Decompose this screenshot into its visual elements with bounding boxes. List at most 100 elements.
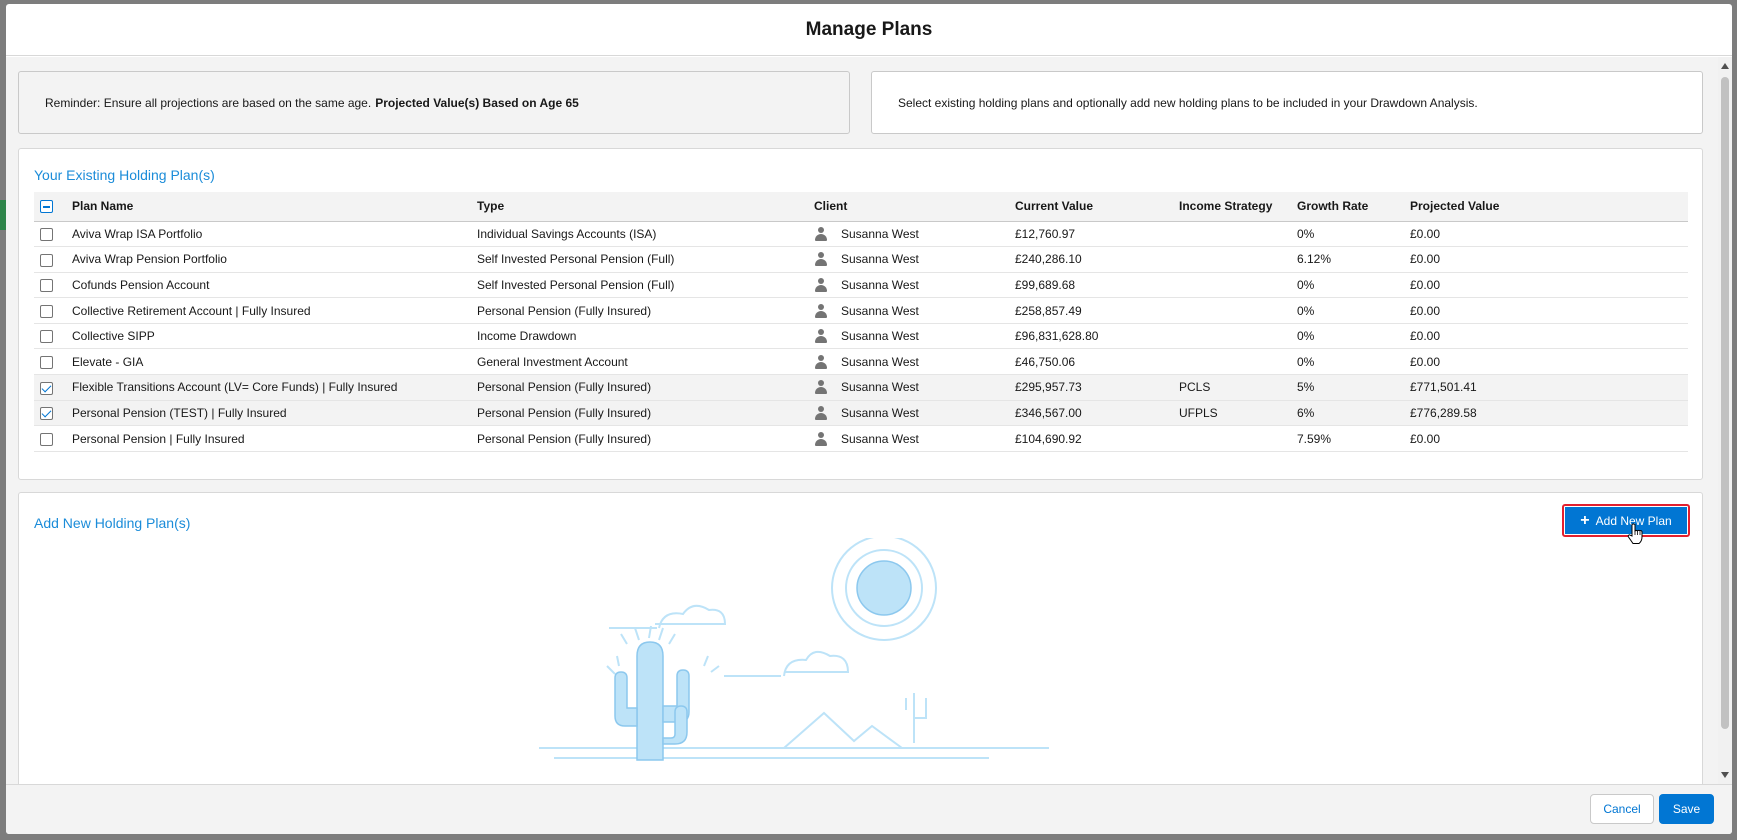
modal-footer: Cancel Save [6,784,1732,834]
plan-name-cell: Flexible Transitions Account (LV= Core F… [66,374,471,401]
client-name: Susanna West [841,277,919,292]
row-checkbox[interactable] [40,432,53,446]
mountains [783,711,903,749]
plus-icon: + [1580,511,1590,529]
col-plan-name[interactable]: Plan Name [66,192,471,222]
row-select-cell[interactable] [34,246,66,273]
current-value-cell: £346,567.00 [1009,400,1173,427]
type-cell: Self Invested Personal Pension (Full) [471,246,808,273]
col-growth-rate[interactable]: Growth Rate [1291,192,1404,222]
row-select-cell[interactable] [34,297,66,324]
row-select-cell[interactable] [34,272,66,299]
row-select-cell[interactable] [34,221,66,248]
row-checkbox[interactable] [40,330,53,344]
row-select-cell[interactable] [34,323,66,350]
type-cell: Income Drawdown [471,323,808,350]
current-value-cell: £99,689.68 [1009,272,1173,299]
client-name: Susanna West [841,303,919,318]
empty-state-desert-illustration [539,538,1049,761]
table-row[interactable]: Aviva Wrap Pension Portfolio Self Investe… [34,246,1688,273]
current-value-cell: £295,957.73 [1009,374,1173,401]
type-cell: Personal Pension (Fully Insured) [471,400,808,427]
row-checkbox[interactable] [40,381,53,395]
client-name: Susanna West [841,226,919,241]
growth-rate-cell: 6.12% [1291,246,1404,273]
new-plans-title: Add New Holding Plan(s) [34,515,191,531]
type-cell: Personal Pension (Fully Insured) [471,374,808,401]
col-type[interactable]: Type [471,192,808,222]
projected-value-cell: £0.00 [1404,425,1688,452]
plans-table-body: Aviva Wrap ISA Portfolio Individual Savin… [34,221,1688,452]
table-row[interactable]: Collective SIPP Income Drawdown Susanna We… [34,323,1688,350]
user-icon [814,329,828,344]
growth-rate-cell: 0% [1291,221,1404,248]
row-checkbox[interactable] [40,355,53,369]
income-strategy-cell [1173,221,1291,248]
select-all-cell[interactable] [34,192,66,222]
select-all-checkbox[interactable] [40,200,53,214]
client-name: Susanna West [841,329,919,344]
add-new-plan-button[interactable]: + Add New Plan [1562,504,1690,537]
plan-name-cell: Personal Pension | Fully Insured [66,425,471,452]
projected-value-cell: £0.00 [1404,246,1688,273]
income-strategy-cell: UFPLS [1173,400,1291,427]
sun [856,560,912,616]
col-income-strategy[interactable]: Income Strategy [1173,192,1291,222]
current-value-cell: £258,857.49 [1009,297,1173,324]
row-checkbox[interactable] [40,304,53,318]
row-checkbox[interactable] [40,253,53,267]
growth-rate-cell: 0% [1291,297,1404,324]
row-checkbox[interactable] [40,407,53,421]
col-client[interactable]: Client [808,192,1009,222]
growth-rate-cell: 6% [1291,400,1404,427]
row-select-cell[interactable] [34,400,66,427]
table-row[interactable]: Cofunds Pension Account Self Invested Per… [34,272,1688,299]
income-strategy-cell [1173,425,1291,452]
current-value-cell: £12,760.97 [1009,221,1173,248]
projected-value-cell: £771,501.41 [1404,374,1688,401]
table-row[interactable]: Personal Pension (TEST) | Fully Insured P… [34,400,1688,427]
scroll-thumb[interactable] [1721,77,1729,729]
row-checkbox[interactable] [40,227,53,241]
table-row[interactable]: Elevate - GIA General Investment Account S… [34,348,1688,376]
income-strategy-cell [1173,272,1291,299]
income-strategy-cell [1173,323,1291,350]
projected-value-cell: £0.00 [1404,323,1688,350]
client-cell: Susanna West [808,272,1009,299]
table-row[interactable]: Collective Retirement Account | Fully In… [34,297,1688,324]
table-row[interactable]: Aviva Wrap ISA Portfolio Individual Savin… [34,221,1688,248]
scroll-down-arrow-icon[interactable] [1721,772,1729,778]
table-row[interactable]: Personal Pension | Fully Insured Personal… [34,425,1688,452]
current-value-cell: £104,690.92 [1009,425,1173,452]
row-checkbox[interactable] [40,279,53,293]
cloud-left [655,604,727,629]
client-cell: Susanna West [808,221,1009,248]
type-cell: General Investment Account [471,348,808,376]
col-current-value[interactable]: Current Value [1009,192,1173,222]
row-select-cell[interactable] [34,425,66,452]
type-cell: Self Invested Personal Pension (Full) [471,272,808,299]
existing-plans-title: Your Existing Holding Plan(s) [34,167,215,183]
type-cell: Personal Pension (Fully Insured) [471,297,808,324]
col-projected-value[interactable]: Projected Value [1404,192,1688,222]
save-button[interactable]: Save [1659,794,1714,824]
reminder-box: Reminder: Ensure all projections are bas… [18,71,850,134]
user-icon [814,303,828,318]
user-icon [814,277,828,292]
modal-title: Manage Plans [805,18,933,40]
user-icon [814,252,828,267]
table-row[interactable]: Flexible Transitions Account (LV= Core F… [34,374,1688,401]
cancel-button[interactable]: Cancel [1590,794,1654,824]
growth-rate-cell: 0% [1291,323,1404,350]
row-select-cell[interactable] [34,374,66,401]
modal-scrollbar[interactable] [1718,57,1732,784]
plan-name-cell: Aviva Wrap ISA Portfolio [66,221,471,248]
scroll-up-arrow-icon[interactable] [1721,63,1729,69]
client-name: Susanna West [841,405,919,420]
plan-name-cell: Collective Retirement Account | Fully In… [66,297,471,324]
hand-cursor-icon [1627,523,1643,544]
row-select-cell[interactable] [34,348,66,376]
income-strategy-cell: PCLS [1173,374,1291,401]
instructions-text: Select existing holding plans and option… [898,95,1478,110]
cloud-right [783,650,850,677]
